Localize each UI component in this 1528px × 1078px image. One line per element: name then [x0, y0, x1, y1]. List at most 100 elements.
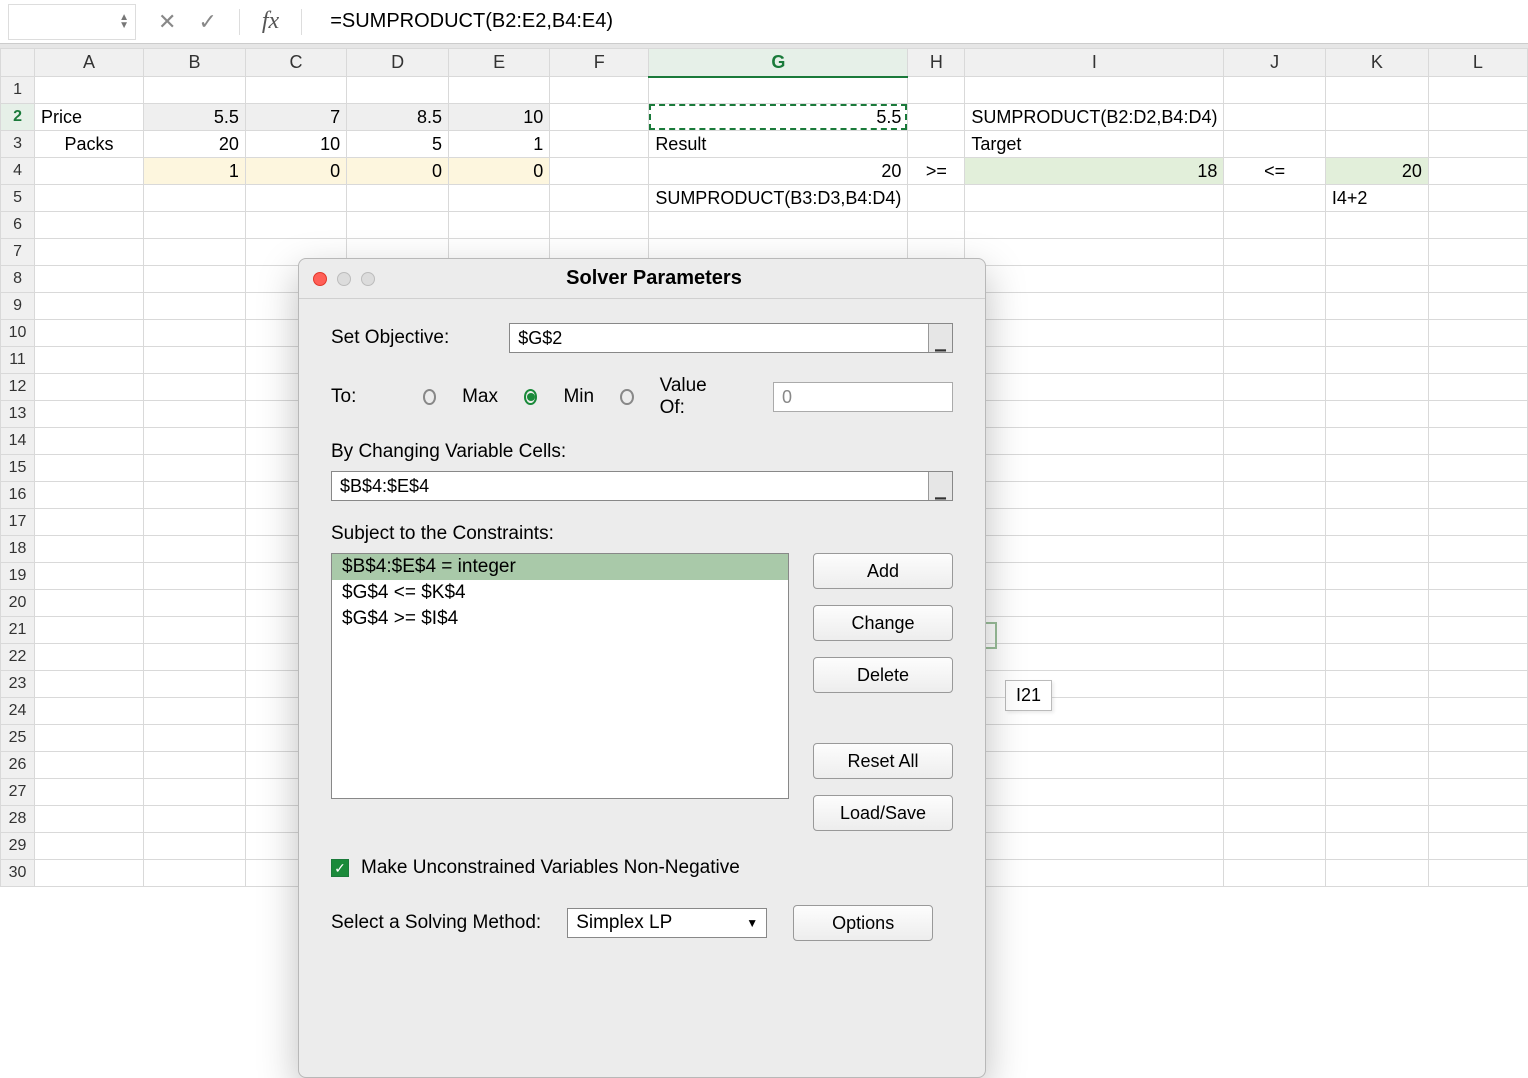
- row-header-5[interactable]: 5: [1, 185, 35, 212]
- cell-K19[interactable]: [1325, 563, 1428, 590]
- row-header-13[interactable]: 13: [1, 401, 35, 428]
- change-button[interactable]: Change: [813, 605, 953, 641]
- cell-L24[interactable]: [1428, 698, 1527, 725]
- cell-B3[interactable]: 20: [144, 131, 246, 158]
- cell-K30[interactable]: [1325, 860, 1428, 887]
- row-header-20[interactable]: 20: [1, 590, 35, 617]
- cell-F2[interactable]: [550, 104, 649, 131]
- delete-button[interactable]: Delete: [813, 657, 953, 693]
- col-header-F[interactable]: F: [550, 49, 649, 77]
- cell-I9[interactable]: [965, 293, 1224, 320]
- cell-A6[interactable]: [35, 212, 144, 239]
- cell-J26[interactable]: [1224, 752, 1325, 779]
- cell-J25[interactable]: [1224, 725, 1325, 752]
- options-button[interactable]: Options: [793, 905, 933, 941]
- cell-B19[interactable]: [144, 563, 246, 590]
- cell-J8[interactable]: [1224, 266, 1325, 293]
- cell-K3[interactable]: [1325, 131, 1428, 158]
- cell-L30[interactable]: [1428, 860, 1527, 887]
- cell-A11[interactable]: [35, 347, 144, 374]
- cell-B15[interactable]: [144, 455, 246, 482]
- cell-J22[interactable]: [1224, 644, 1325, 671]
- cell-B11[interactable]: [144, 347, 246, 374]
- cell-I6[interactable]: [965, 212, 1224, 239]
- cell-J2[interactable]: [1224, 104, 1325, 131]
- cell-J11[interactable]: [1224, 347, 1325, 374]
- constraints-list[interactable]: $B$4:$E$4 = integer $G$4 <= $K$4 $G$4 >=…: [331, 553, 789, 799]
- cell-I1[interactable]: [965, 77, 1224, 104]
- cell-I20[interactable]: [965, 590, 1224, 617]
- cell-J10[interactable]: [1224, 320, 1325, 347]
- cell-L19[interactable]: [1428, 563, 1527, 590]
- valueof-input[interactable]: [773, 382, 953, 412]
- cell-A2[interactable]: Price: [35, 104, 144, 131]
- row-header-9[interactable]: 9: [1, 293, 35, 320]
- cell-L26[interactable]: [1428, 752, 1527, 779]
- cell-B6[interactable]: [144, 212, 246, 239]
- cell-J14[interactable]: [1224, 428, 1325, 455]
- cell-L17[interactable]: [1428, 509, 1527, 536]
- non-negative-checkbox[interactable]: ✓: [331, 859, 349, 877]
- cell-I24[interactable]: [965, 698, 1224, 725]
- cell-F5[interactable]: [550, 185, 649, 212]
- cell-I4[interactable]: 18: [965, 158, 1224, 185]
- cell-H5[interactable]: [908, 185, 965, 212]
- cell-L3[interactable]: [1428, 131, 1527, 158]
- cell-A19[interactable]: [35, 563, 144, 590]
- col-header-A[interactable]: A: [35, 49, 144, 77]
- cell-K29[interactable]: [1325, 833, 1428, 860]
- cell-H2[interactable]: [908, 104, 965, 131]
- set-objective-input[interactable]: $G$2 ▁: [509, 323, 953, 353]
- cell-L8[interactable]: [1428, 266, 1527, 293]
- cell-J30[interactable]: [1224, 860, 1325, 887]
- cell-B10[interactable]: [144, 320, 246, 347]
- cell-K6[interactable]: [1325, 212, 1428, 239]
- cell-L12[interactable]: [1428, 374, 1527, 401]
- cell-L27[interactable]: [1428, 779, 1527, 806]
- row-header-6[interactable]: 6: [1, 212, 35, 239]
- cell-E3[interactable]: 1: [449, 131, 550, 158]
- cell-L1[interactable]: [1428, 77, 1527, 104]
- cell-J23[interactable]: [1224, 671, 1325, 698]
- cell-I3[interactable]: Target: [965, 131, 1224, 158]
- cell-J7[interactable]: [1224, 239, 1325, 266]
- cell-B21[interactable]: [144, 617, 246, 644]
- cell-C2[interactable]: 7: [245, 104, 346, 131]
- cell-I12[interactable]: [965, 374, 1224, 401]
- cell-K20[interactable]: [1325, 590, 1428, 617]
- cell-H1[interactable]: [908, 77, 965, 104]
- row-header-2[interactable]: 2: [1, 104, 35, 131]
- cell-I14[interactable]: [965, 428, 1224, 455]
- constraint-item[interactable]: $G$4 <= $K$4: [332, 580, 788, 606]
- cell-K13[interactable]: [1325, 401, 1428, 428]
- cell-J18[interactable]: [1224, 536, 1325, 563]
- cell-A5[interactable]: [35, 185, 144, 212]
- cell-B13[interactable]: [144, 401, 246, 428]
- cell-B24[interactable]: [144, 698, 246, 725]
- cell-H6[interactable]: [908, 212, 965, 239]
- cell-L4[interactable]: [1428, 158, 1527, 185]
- col-header-B[interactable]: B: [144, 49, 246, 77]
- cell-I15[interactable]: [965, 455, 1224, 482]
- cell-A22[interactable]: [35, 644, 144, 671]
- cell-A12[interactable]: [35, 374, 144, 401]
- cell-L14[interactable]: [1428, 428, 1527, 455]
- cell-B23[interactable]: [144, 671, 246, 698]
- cell-L22[interactable]: [1428, 644, 1527, 671]
- cell-A4[interactable]: [35, 158, 144, 185]
- cell-D1[interactable]: [347, 77, 449, 104]
- cell-I27[interactable]: [965, 779, 1224, 806]
- cell-A9[interactable]: [35, 293, 144, 320]
- cell-I23[interactable]: [965, 671, 1224, 698]
- cell-J13[interactable]: [1224, 401, 1325, 428]
- close-icon[interactable]: [313, 272, 327, 286]
- row-header-10[interactable]: 10: [1, 320, 35, 347]
- cell-H3[interactable]: [908, 131, 965, 158]
- row-header-21[interactable]: 21: [1, 617, 35, 644]
- cell-I26[interactable]: [965, 752, 1224, 779]
- constraint-item[interactable]: $G$4 >= $I$4: [332, 606, 788, 632]
- cell-I16[interactable]: [965, 482, 1224, 509]
- cell-I19[interactable]: [965, 563, 1224, 590]
- cell-L23[interactable]: [1428, 671, 1527, 698]
- formula-input[interactable]: [324, 4, 1528, 40]
